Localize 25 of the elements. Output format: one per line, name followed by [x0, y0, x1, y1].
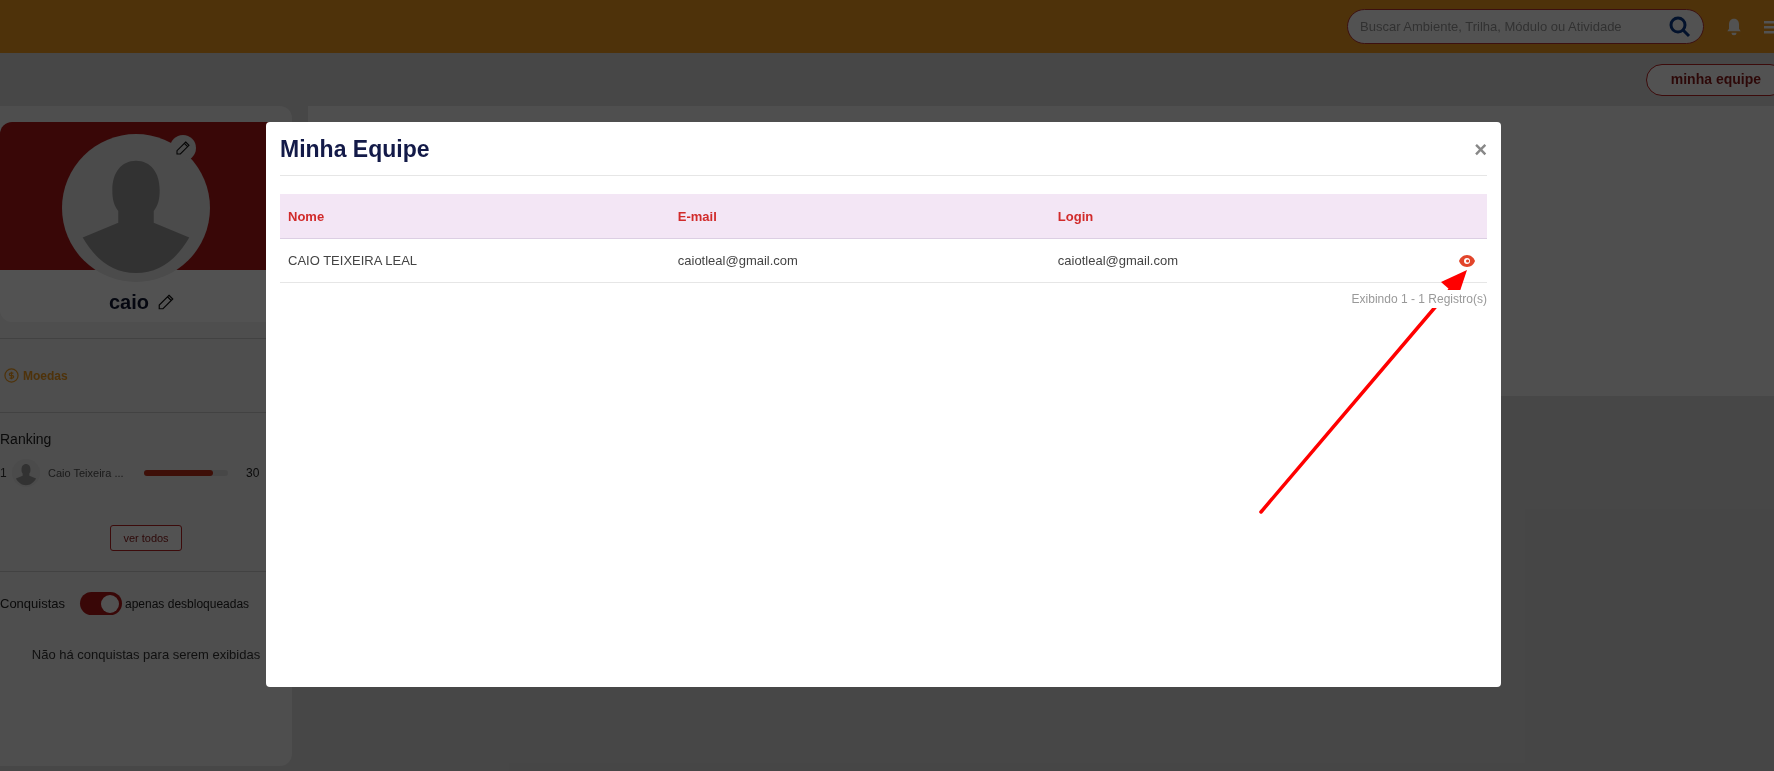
- rank-position: 1: [0, 465, 8, 482]
- rank-score: 30: [246, 465, 260, 482]
- table-cell: caiotleal@gmail.com: [677, 253, 798, 268]
- profile-name: caio: [109, 290, 149, 315]
- team-button[interactable]: minha equipe: [1645, 63, 1774, 96]
- pencil-icon[interactable]: [175, 140, 191, 156]
- close-button[interactable]: ×: [1474, 138, 1487, 161]
- ranking-title: Ranking: [0, 430, 53, 449]
- empty-message: Não há conquistas para serem exibidas: [30, 646, 262, 664]
- coins-label: Moedas: [23, 367, 68, 385]
- coin-icon: [4, 368, 19, 383]
- pencil-icon[interactable]: [157, 293, 175, 311]
- toggle-switch[interactable]: [80, 592, 122, 615]
- column-header: Nome: [288, 208, 325, 224]
- search-icon[interactable]: [1668, 15, 1692, 39]
- eye-icon[interactable]: [1459, 254, 1475, 267]
- table-cell: CAIO TEIXEIRA LEAL: [288, 253, 418, 268]
- toggle-label: apenas desbloqueadas: [125, 595, 250, 613]
- column-header: E-mail: [677, 208, 717, 224]
- see-all-button[interactable]: ver todos: [110, 525, 182, 551]
- modal-title: Minha Equipe: [280, 135, 430, 165]
- achievements-title: Conquistas: [0, 594, 67, 613]
- records-count: Exibindo 1 - 1 Registro(s): [1351, 289, 1487, 308]
- table-cell: caiotleal@gmail.com: [1057, 253, 1178, 268]
- column-header: Login: [1057, 208, 1094, 224]
